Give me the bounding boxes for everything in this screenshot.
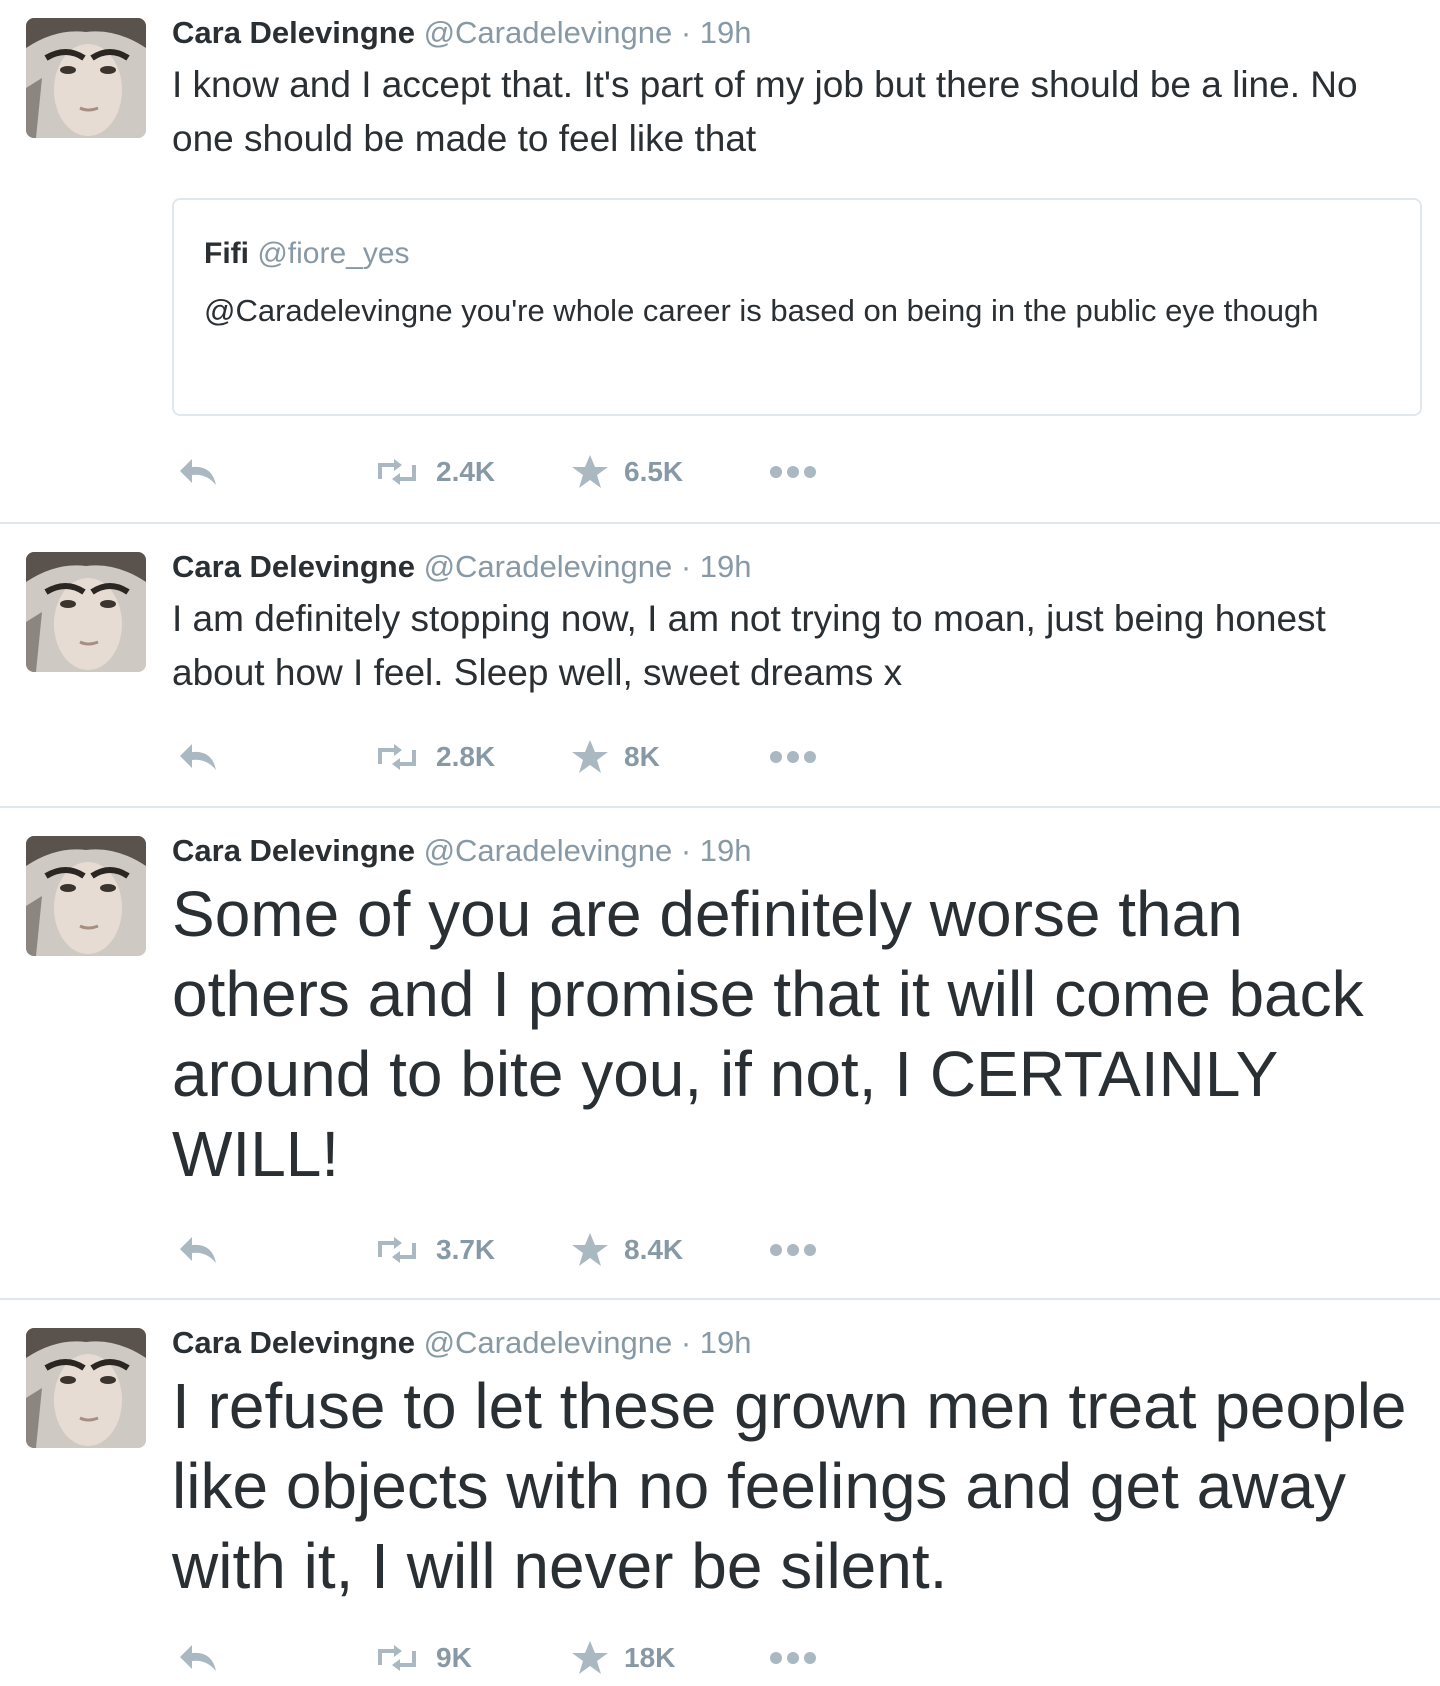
avatar[interactable] [26,18,146,138]
star-icon [572,1641,608,1674]
retweet-icon [378,744,416,770]
more-button[interactable] [768,1636,818,1680]
quoted-tweet[interactable]: Fifi @fiore_yes @Caradelevingne you're w… [172,198,1422,416]
author-handle[interactable]: @Caradelevingne [424,15,673,50]
avatar[interactable] [26,836,146,956]
divider [0,1298,1440,1300]
more-dots-icon [770,1652,816,1664]
separator: · [680,1325,692,1360]
quoted-tweet-text: @Caradelevingne you're whole career is b… [204,293,1319,328]
divider [0,806,1440,808]
retweet-icon [378,459,416,485]
tweet-actions: 2.8K 8K [172,735,872,779]
more-button[interactable] [768,735,818,779]
retweet-icon [378,1645,416,1671]
reply-icon [180,744,216,770]
retweet-button[interactable]: 2.4K [372,450,495,494]
reply-button[interactable] [176,1636,220,1680]
author-handle[interactable]: @Caradelevingne [424,549,673,584]
retweet-count: 9K [436,1642,472,1673]
avatar[interactable] [26,1328,146,1448]
favorite-count: 18K [624,1642,676,1673]
tweet-header: Cara Delevingne @Caradelevingne · 19h [172,832,1422,870]
quoted-author-name: Fifi [204,237,249,270]
tweet-text: Some of you are definitely worse than ot… [172,878,1364,1190]
separator: · [680,15,692,50]
avatar[interactable] [26,552,146,672]
more-button[interactable] [768,450,818,494]
favorite-count: 6.5K [624,456,684,487]
retweet-count: 3.7K [436,1234,496,1265]
tweet-text: I know and I accept that. It's part of m… [172,64,1358,159]
favorite-button[interactable]: 8.4K [570,1228,683,1272]
reply-icon [180,1645,216,1671]
retweet-count: 2.4K [436,456,496,487]
author-name[interactable]: Cara Delevingne [172,15,415,50]
reply-button[interactable] [176,735,220,779]
separator: · [680,549,692,584]
reply-button[interactable] [176,450,220,494]
timestamp[interactable]: 19h [700,833,752,868]
reply-icon [180,459,216,485]
timestamp[interactable]: 19h [700,1325,752,1360]
favorite-button[interactable]: 8K [570,735,660,779]
author-name[interactable]: Cara Delevingne [172,549,415,584]
author-name[interactable]: Cara Delevingne [172,833,415,868]
favorite-button[interactable]: 6.5K [570,450,683,494]
quoted-author-handle: @fiore_yes [257,237,410,270]
tweet-header: Cara Delevingne @Caradelevingne · 19h [172,548,1422,586]
tweet-actions: 9K 18K [172,1636,872,1680]
separator: · [680,833,692,868]
retweet-icon [378,1237,416,1263]
tweet-text: I refuse to let these grown men treat pe… [172,1370,1407,1602]
more-dots-icon [770,466,816,478]
author-name[interactable]: Cara Delevingne [172,1325,415,1360]
tweet-header: Cara Delevingne @Caradelevingne · 19h [172,14,1422,52]
star-icon [572,1233,608,1266]
tweet-actions: 2.4K 6.5K [172,450,872,494]
more-dots-icon [770,751,816,763]
star-icon [572,740,608,773]
tweet-header: Cara Delevingne @Caradelevingne · 19h [172,1324,1422,1362]
retweet-count: 2.8K [436,741,496,772]
favorite-count: 8K [624,741,660,772]
retweet-button[interactable]: 9K [372,1636,472,1680]
reply-icon [180,1237,216,1263]
reply-button[interactable] [176,1228,220,1272]
retweet-button[interactable]: 3.7K [372,1228,495,1272]
timestamp[interactable]: 19h [700,549,752,584]
more-dots-icon [770,1244,816,1256]
star-icon [572,455,608,488]
divider [0,522,1440,524]
timestamp[interactable]: 19h [700,15,752,50]
favorite-count: 8.4K [624,1234,684,1265]
retweet-button[interactable]: 2.8K [372,735,495,779]
author-handle[interactable]: @Caradelevingne [424,1325,673,1360]
author-handle[interactable]: @Caradelevingne [424,833,673,868]
more-button[interactable] [768,1228,818,1272]
tweet-actions: 3.7K 8.4K [172,1228,872,1272]
quoted-tweet-header: Fifi @fiore_yes [204,236,1390,272]
favorite-button[interactable]: 18K [570,1636,675,1680]
tweet-text: I am definitely stopping now, I am not t… [172,598,1326,693]
